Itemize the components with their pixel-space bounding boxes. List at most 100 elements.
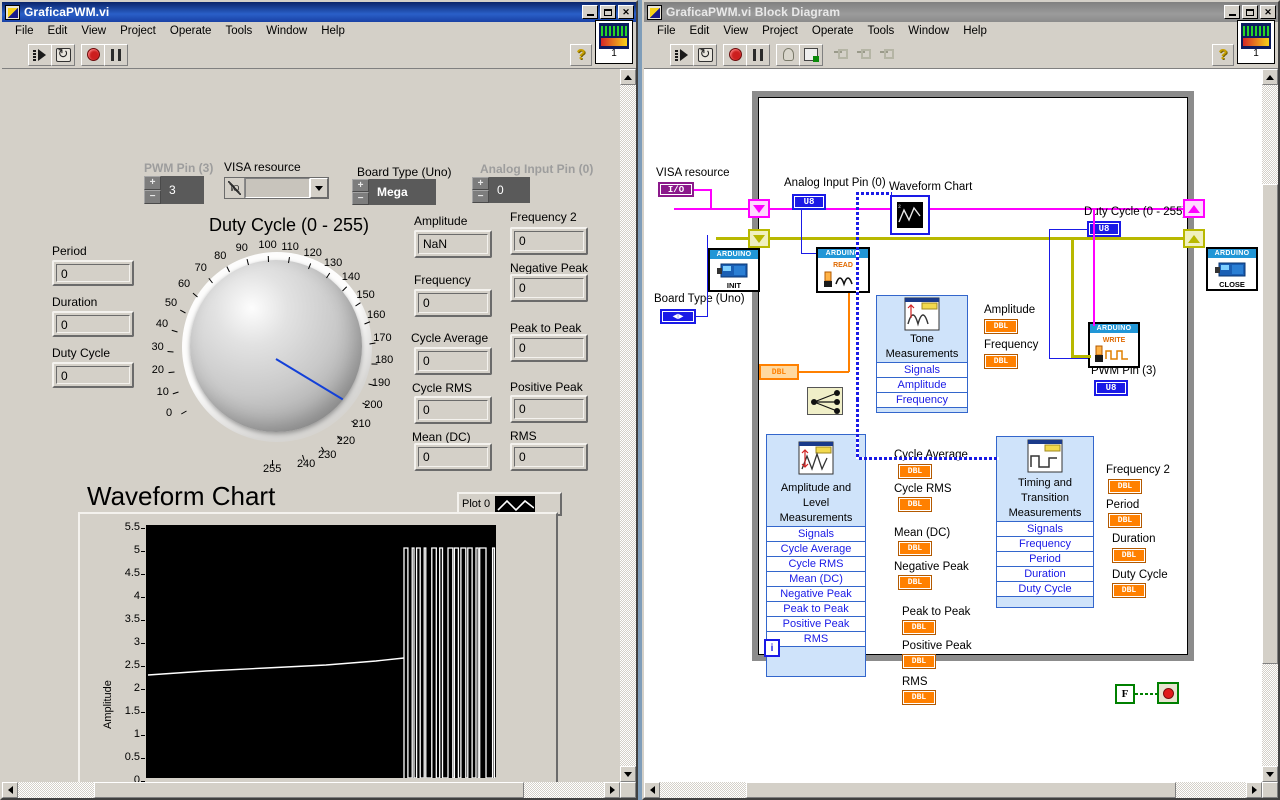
- scroll-left-button[interactable]: [644, 782, 660, 798]
- plot-style-swatch[interactable]: [495, 495, 536, 513]
- decrement-button[interactable]: −: [472, 190, 489, 203]
- front-panel-surface[interactable]: PWM Pin (3) + − 3 VISA resource I/O Boar…: [2, 69, 620, 782]
- block-diagram-toolbar[interactable]: ? 1: [644, 20, 1278, 69]
- amp-row-cycle-average[interactable]: Cycle Average: [767, 542, 865, 557]
- block-diagram-canvas[interactable]: VISA resource I/O Board Type (Uno) ◄► AR…: [644, 69, 1262, 782]
- minimize-button[interactable]: [582, 5, 598, 19]
- vi-icon-pane[interactable]: 1: [595, 20, 633, 64]
- front-panel-menubar[interactable]: File Edit View Project Operate Tools Win…: [2, 22, 636, 41]
- amplitude-level-measurements-vi[interactable]: Amplitude and Level Measurements Signals…: [766, 434, 866, 677]
- menu-tools[interactable]: Tools: [860, 24, 901, 38]
- scroll-down-button[interactable]: [620, 766, 636, 782]
- increment-button[interactable]: +: [472, 177, 489, 190]
- board-type-terminal[interactable]: ◄►: [660, 309, 696, 324]
- amp-row-positive-peak[interactable]: Positive Peak: [767, 617, 865, 632]
- increment-button[interactable]: +: [144, 176, 161, 190]
- timing-transition-measurements-vi[interactable]: Timing and Transition Measurements Signa…: [996, 436, 1094, 608]
- to-dbl-conversion-node[interactable]: DBL: [759, 364, 799, 380]
- pause-button[interactable]: [104, 43, 128, 66]
- maximize-button[interactable]: [1242, 5, 1258, 19]
- negative-peak-indicator-terminal[interactable]: DBL: [898, 575, 932, 590]
- visa-resource-field[interactable]: [245, 178, 310, 198]
- scrollbar-resize-corner[interactable]: [1262, 782, 1278, 798]
- scroll-right-button[interactable]: [604, 782, 620, 798]
- scroll-up-button[interactable]: [1262, 69, 1278, 85]
- scroll-left-button[interactable]: [2, 782, 18, 798]
- timing-row-signals[interactable]: Signals: [997, 521, 1093, 537]
- amp-row-signals[interactable]: Signals: [767, 527, 865, 542]
- run-continuously-button[interactable]: [693, 43, 717, 66]
- menu-window[interactable]: Window: [901, 24, 956, 38]
- arduino-init-node[interactable]: ARDUINO INIT: [708, 248, 760, 292]
- front-panel-vertical-scrollbar[interactable]: [620, 69, 636, 782]
- arduino-pwm-write-node[interactable]: ARDUINO WRITE: [1088, 322, 1140, 368]
- front-panel-window-buttons[interactable]: ✕: [582, 5, 634, 19]
- error-input-tunnel[interactable]: [748, 229, 770, 248]
- pwm-pin-control[interactable]: + − 3: [144, 176, 204, 204]
- board-type-value[interactable]: Mega: [369, 179, 436, 205]
- context-help-button[interactable]: ?: [570, 43, 592, 66]
- menu-project[interactable]: Project: [113, 24, 163, 38]
- block-diagram-titlebar[interactable]: GraficaPWM.vi Block Diagram ✕: [644, 2, 1278, 22]
- false-constant[interactable]: F: [1115, 684, 1135, 704]
- hscroll-thumb[interactable]: [94, 782, 524, 798]
- run-continuously-button[interactable]: [51, 43, 75, 66]
- front-panel-titlebar[interactable]: GraficaPWM.vi ✕: [2, 2, 636, 22]
- close-icon[interactable]: ✕: [1260, 5, 1276, 19]
- run-button[interactable]: [28, 43, 52, 66]
- amp-vi-expand-handle[interactable]: [767, 647, 865, 659]
- menu-file[interactable]: File: [650, 24, 683, 38]
- increment-button[interactable]: +: [352, 179, 369, 192]
- tone-row-amplitude[interactable]: Amplitude: [877, 378, 967, 393]
- pwm-pin-terminal[interactable]: U8: [1094, 380, 1128, 396]
- minimize-button[interactable]: [1224, 5, 1240, 19]
- peak-to-peak-indicator-terminal[interactable]: DBL: [902, 620, 936, 635]
- arduino-analog-read-node[interactable]: ARDUINO READ: [816, 247, 870, 293]
- highlight-execution-button[interactable]: [776, 43, 800, 66]
- tone-vi-expand-handle[interactable]: [877, 408, 967, 412]
- pause-button[interactable]: [746, 43, 770, 66]
- chart-plot-area[interactable]: [146, 525, 496, 778]
- step-over-button[interactable]: [852, 43, 876, 66]
- waveform-chart-terminal[interactable]: 2: [890, 195, 930, 235]
- tone-measurements-vi[interactable]: Tone Measurements Signals Amplitude Freq…: [876, 295, 968, 413]
- timing-row-period[interactable]: Period: [997, 551, 1093, 567]
- tone-amplitude-indicator-terminal[interactable]: DBL: [984, 319, 1018, 334]
- duration-indicator-terminal[interactable]: DBL: [1112, 548, 1146, 563]
- tone-frequency-indicator-terminal[interactable]: DBL: [984, 354, 1018, 369]
- visa-resource-terminal[interactable]: I/O: [658, 182, 694, 197]
- front-panel-canvas[interactable]: PWM Pin (3) + − 3 VISA resource I/O Boar…: [2, 69, 620, 782]
- vi-icon-pane[interactable]: 1: [1237, 20, 1275, 64]
- duty-cycle-indicator-terminal[interactable]: DBL: [1112, 583, 1146, 598]
- pwm-pin-value[interactable]: 3: [161, 176, 204, 204]
- rms-indicator-terminal[interactable]: DBL: [902, 690, 936, 705]
- timing-row-duration[interactable]: Duration: [997, 566, 1093, 582]
- front-panel-toolbar[interactable]: ? 1: [2, 20, 636, 69]
- decrement-button[interactable]: −: [144, 190, 161, 204]
- block-diagram-menubar[interactable]: File Edit View Project Operate Tools Win…: [644, 22, 1278, 41]
- visa-resource-control[interactable]: I/O: [224, 177, 329, 199]
- menu-file[interactable]: File: [8, 24, 41, 38]
- timing-row-frequency[interactable]: Frequency: [997, 536, 1093, 552]
- menu-window[interactable]: Window: [259, 24, 314, 38]
- timing-vi-expand-handle[interactable]: [997, 596, 1093, 607]
- menu-view[interactable]: View: [716, 24, 755, 38]
- menu-operate[interactable]: Operate: [805, 24, 861, 38]
- maximize-button[interactable]: [600, 5, 616, 19]
- loop-iteration-terminal[interactable]: i: [764, 639, 780, 657]
- arduino-close-node[interactable]: ARDUINO CLOSE: [1206, 247, 1258, 291]
- menu-help[interactable]: Help: [314, 24, 352, 38]
- menu-project[interactable]: Project: [755, 24, 805, 38]
- split-signals-node[interactable]: [807, 387, 843, 415]
- scroll-up-button[interactable]: [620, 69, 636, 85]
- vscroll-thumb[interactable]: [1262, 184, 1278, 664]
- vscroll-track[interactable]: [620, 69, 636, 782]
- context-help-button[interactable]: ?: [1212, 43, 1234, 66]
- analog-input-pin-value[interactable]: 0: [489, 177, 530, 203]
- front-panel-horizontal-scrollbar[interactable]: [2, 782, 620, 798]
- positive-peak-indicator-terminal[interactable]: DBL: [902, 654, 936, 669]
- amp-row-peak-to-peak[interactable]: Peak to Peak: [767, 602, 865, 617]
- menu-operate[interactable]: Operate: [163, 24, 219, 38]
- analog-input-pin-control[interactable]: + − 0: [472, 177, 530, 203]
- step-out-button[interactable]: [875, 43, 899, 66]
